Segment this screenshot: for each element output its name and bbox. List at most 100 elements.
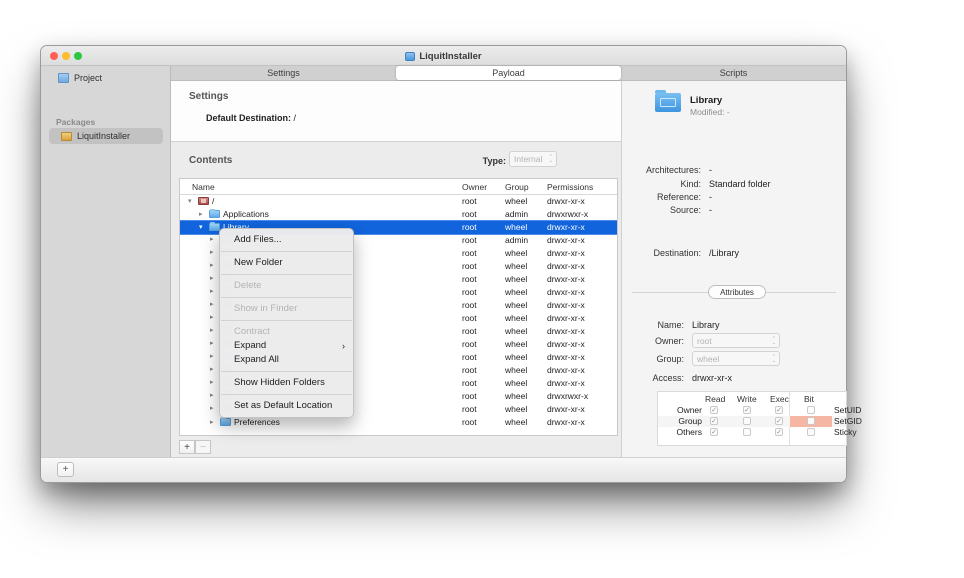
column-header-permissions[interactable]: Permissions: [547, 182, 593, 192]
field-value: -: [709, 165, 712, 175]
bit-checkbox[interactable]: [807, 417, 815, 425]
exec-checkbox[interactable]: ✓: [775, 417, 783, 425]
row-owner: root: [462, 378, 477, 388]
field-label: Architectures:: [646, 165, 701, 175]
add-row-button[interactable]: +: [179, 440, 195, 454]
group-dropdown[interactable]: wheel ⌃⌄: [692, 351, 780, 366]
column-header-group[interactable]: Group: [505, 182, 529, 192]
chevron-right-icon[interactable]: ▸: [210, 274, 217, 282]
project-icon: [58, 73, 69, 83]
perm-row-label: Owner: [677, 405, 702, 415]
folder-icon: [209, 210, 220, 218]
group-label: Group:: [656, 354, 684, 364]
exec-checkbox[interactable]: ✓: [775, 428, 783, 436]
menu-item-show-hidden-folders[interactable]: Show Hidden Folders: [220, 376, 353, 390]
chevron-down-icon[interactable]: ▾: [199, 223, 206, 231]
menu-item-expand-all[interactable]: Expand All: [220, 353, 353, 367]
bit-checkbox[interactable]: [807, 406, 815, 414]
chevron-right-icon[interactable]: ▸: [210, 300, 217, 308]
sidebar-item-project[interactable]: Project: [58, 73, 102, 83]
field-value: -: [709, 205, 712, 215]
row-owner: root: [462, 274, 477, 284]
row-name: /: [212, 196, 214, 206]
permission-row-owner: Owner✓✓✓SetUID: [658, 405, 846, 416]
read-checkbox[interactable]: ✓: [710, 417, 718, 425]
sidebar-item-package[interactable]: LiquitInstaller: [49, 128, 163, 144]
menu-item-expand[interactable]: Expand›: [220, 339, 353, 353]
menu-item-new-folder[interactable]: New Folder: [220, 256, 353, 270]
tab-settings[interactable]: Settings: [171, 66, 396, 80]
exec-checkbox[interactable]: ✓: [775, 406, 783, 414]
row-group: wheel: [505, 339, 527, 349]
row-permissions: drwxr-xr-x: [547, 339, 585, 349]
chevron-right-icon[interactable]: ▸: [210, 248, 217, 256]
remove-row-button[interactable]: −: [195, 440, 211, 454]
write-checkbox[interactable]: [743, 417, 751, 425]
destination-value: /Library: [709, 248, 739, 258]
row-group: wheel: [505, 261, 527, 271]
read-checkbox[interactable]: ✓: [710, 406, 718, 414]
row-owner: root: [462, 404, 477, 414]
tab-scripts[interactable]: Scripts: [621, 66, 846, 80]
field-value: -: [709, 192, 712, 202]
row-permissions: drwxr-xr-x: [547, 261, 585, 271]
chevron-updown-icon: ⌃⌄: [549, 155, 553, 163]
row-group: wheel: [505, 248, 527, 258]
menu-separator: [221, 394, 352, 395]
chevron-right-icon[interactable]: ▸: [210, 287, 217, 295]
type-dropdown[interactable]: Internal ⌃⌄: [509, 151, 557, 167]
chevron-down-icon[interactable]: ▾: [188, 197, 195, 205]
tab-payload[interactable]: Payload: [396, 66, 621, 80]
menu-item-delete: Delete: [220, 279, 353, 293]
sidebar-package-label: LiquitInstaller: [77, 131, 130, 141]
row-owner: root: [462, 417, 477, 427]
chevron-right-icon[interactable]: ▸: [210, 418, 217, 426]
row-group: wheel: [505, 287, 527, 297]
chevron-right-icon[interactable]: ▸: [210, 235, 217, 243]
row-group: wheel: [505, 391, 527, 401]
row-group: wheel: [505, 274, 527, 284]
column-header-name[interactable]: Name: [192, 182, 215, 192]
row-permissions: drwxr-xr-x: [547, 196, 585, 206]
bit-checkbox[interactable]: [807, 428, 815, 436]
chevron-right-icon[interactable]: ▸: [210, 391, 217, 399]
write-checkbox[interactable]: ✓: [743, 406, 751, 414]
chevron-right-icon[interactable]: ▸: [210, 352, 217, 360]
chevron-right-icon[interactable]: ▸: [210, 339, 217, 347]
owner-dropdown[interactable]: root ⌃⌄: [692, 333, 780, 348]
menu-separator: [221, 371, 352, 372]
menu-item-set-as-default-location[interactable]: Set as Default Location: [220, 399, 353, 413]
chevron-right-icon[interactable]: ▸: [210, 365, 217, 373]
inspector-title: Library: [690, 95, 722, 106]
menu-item-add-files[interactable]: Add Files...: [220, 233, 353, 247]
chevron-right-icon[interactable]: ▸: [210, 378, 217, 386]
inspector-modified: Modified: -: [690, 107, 730, 117]
table-row[interactable]: ▸Applicationsrootadmindrwxrwxr-x: [180, 208, 617, 221]
column-header-owner[interactable]: Owner: [462, 182, 487, 192]
row-owner: root: [462, 209, 477, 219]
row-owner: root: [462, 300, 477, 310]
destination-label: Destination:: [653, 248, 701, 258]
row-group: wheel: [505, 417, 527, 427]
add-package-button[interactable]: +: [57, 462, 74, 477]
app-icon: [405, 52, 415, 61]
chevron-right-icon[interactable]: ▸: [210, 326, 217, 334]
table-row[interactable]: ▾/rootwheeldrwxr-xr-x: [180, 195, 617, 208]
table-buttons: + −: [179, 440, 211, 454]
app-window: LiquitInstaller Project Packages LiquitI…: [40, 45, 847, 483]
write-checkbox[interactable]: [743, 428, 751, 436]
title-bar[interactable]: LiquitInstaller: [41, 46, 846, 66]
chevron-right-icon[interactable]: ▸: [210, 261, 217, 269]
row-group: wheel: [505, 313, 527, 323]
chevron-right-icon[interactable]: ▸: [210, 313, 217, 321]
chevron-right-icon[interactable]: ▸: [199, 210, 206, 218]
chevron-right-icon[interactable]: ▸: [210, 404, 217, 412]
menu-separator: [221, 320, 352, 321]
row-permissions: drwxr-xr-x: [547, 378, 585, 388]
perm-col-write: Write: [737, 394, 757, 404]
owner-dropdown-value: root: [697, 336, 712, 346]
attributes-tab-button[interactable]: Attributes: [708, 285, 766, 299]
bit-label: SetGID: [834, 416, 862, 426]
read-checkbox[interactable]: ✓: [710, 428, 718, 436]
row-group: wheel: [505, 300, 527, 310]
